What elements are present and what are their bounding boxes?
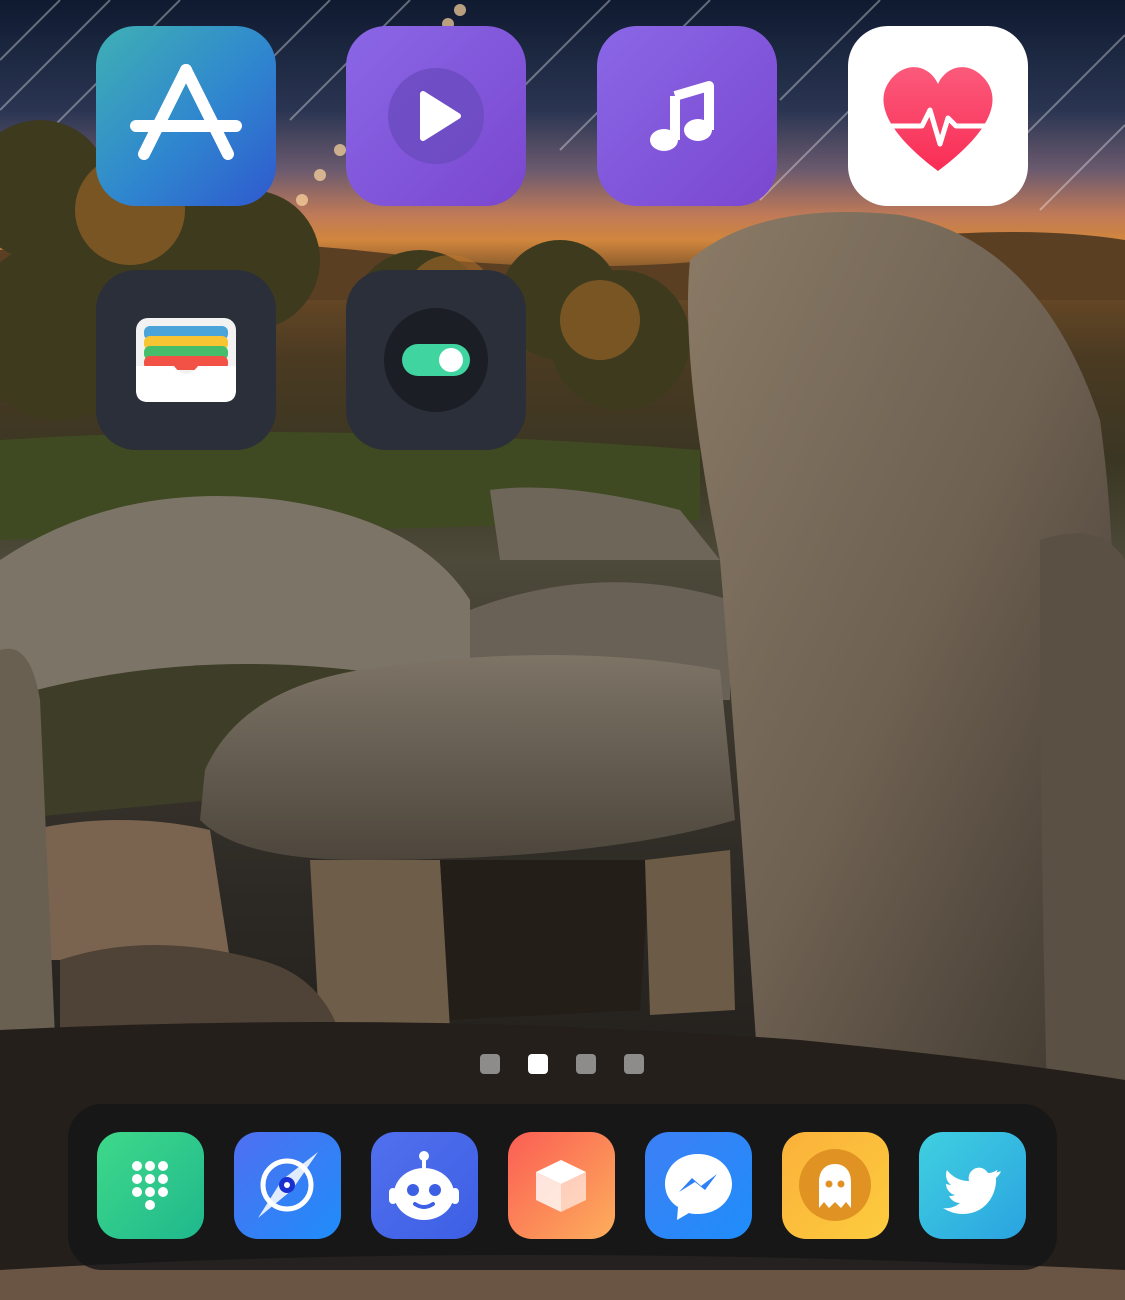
wallet-icon — [136, 318, 236, 402]
browser-app[interactable] — [234, 1132, 341, 1239]
health-heart-icon — [883, 67, 993, 171]
health-app[interactable] — [848, 26, 1028, 206]
settings-toggle-icon — [384, 308, 488, 412]
ghost-app[interactable] — [782, 1132, 889, 1239]
assistant-app[interactable] — [371, 1132, 478, 1239]
music-app[interactable] — [597, 26, 777, 206]
messenger-icon — [665, 1154, 732, 1220]
page-dot-2-current[interactable] — [528, 1054, 548, 1074]
phone-app[interactable] — [97, 1132, 204, 1239]
music-note-icon — [650, 81, 714, 151]
settings-app[interactable] — [346, 270, 526, 450]
twitter-bird-icon — [943, 1167, 1001, 1214]
page-indicator[interactable] — [480, 1054, 648, 1074]
box-app[interactable] — [508, 1132, 615, 1239]
phone-dialpad-icon — [132, 1161, 168, 1210]
page-dot-4[interactable] — [624, 1054, 644, 1074]
box-icon — [536, 1160, 586, 1212]
twitter-app[interactable] — [919, 1132, 1026, 1239]
browser-icon — [258, 1152, 318, 1218]
app-store-app[interactable] — [96, 26, 276, 206]
app-store-icon — [130, 64, 242, 160]
messenger-app[interactable] — [645, 1132, 752, 1239]
video-player-app[interactable] — [346, 26, 526, 206]
page-dot-3[interactable] — [576, 1054, 596, 1074]
wallet-app[interactable] — [96, 270, 276, 450]
robot-assistant-icon — [389, 1151, 459, 1220]
dock — [68, 1104, 1057, 1270]
page-dot-1[interactable] — [480, 1054, 500, 1074]
play-video-icon — [388, 68, 484, 164]
ghost-icon — [799, 1149, 871, 1221]
